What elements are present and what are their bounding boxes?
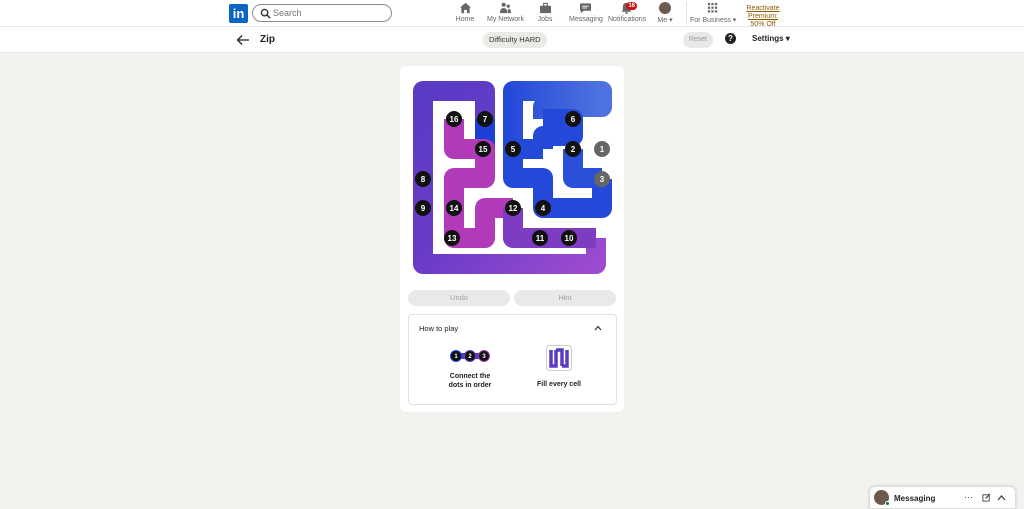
nav-notifications[interactable]: 16 Notifications xyxy=(608,2,647,26)
zip-board[interactable]: 16 7 6 15 5 2 1 8 3 9 14 12 4 13 11 10 xyxy=(409,77,616,276)
difficulty-badge: Difficulty HARD xyxy=(483,32,547,48)
howto-connect-text: Connect the dots in order xyxy=(448,373,492,389)
home-icon xyxy=(459,2,471,14)
nav-messaging[interactable]: Messaging xyxy=(569,2,603,26)
how-to-play-title: How to play xyxy=(419,324,459,333)
messaging-widget[interactable]: Messaging ··· xyxy=(869,486,1016,509)
help-icon[interactable]: ? xyxy=(725,33,736,44)
search-input[interactable] xyxy=(273,6,388,20)
game-header: Zip Difficulty HARD Reset ? Settings ▾ xyxy=(0,27,1024,53)
dot-label-13: 13 xyxy=(448,234,457,243)
dot-label-2: 2 xyxy=(571,145,576,154)
nav-for-business-label: For Business ▾ xyxy=(690,17,737,24)
chevron-up-icon[interactable] xyxy=(997,494,1006,501)
network-icon xyxy=(499,2,511,14)
howto-fill-text: Fill every cell xyxy=(537,381,581,388)
reset-button[interactable]: Reset xyxy=(683,32,713,48)
dot-label-16: 16 xyxy=(450,115,459,124)
nav-notifications-label: Notifications xyxy=(608,16,647,23)
compose-icon[interactable] xyxy=(982,493,991,502)
grid-icon xyxy=(707,2,717,13)
nav-home-label: Home xyxy=(455,16,475,23)
settings-dropdown[interactable]: Settings ▾ xyxy=(752,34,790,43)
dot-label-10: 10 xyxy=(565,234,574,243)
notification-badge: 16 xyxy=(626,2,637,10)
dot-label-7: 7 xyxy=(483,115,488,124)
howto-step-fill: Fill every cell xyxy=(529,345,589,389)
dot-label-11: 11 xyxy=(536,234,545,243)
nav-for-business[interactable]: For Business ▾ xyxy=(690,2,737,26)
messaging-icon xyxy=(579,3,591,14)
hint-button[interactable]: Hint xyxy=(514,290,616,306)
game-title: Zip xyxy=(260,34,275,45)
avatar xyxy=(659,2,671,14)
connect-dots-icon: 1 2 3 xyxy=(450,350,490,362)
top-navigation: in Home My Network Jobs Messaging 16 Not… xyxy=(0,0,1024,29)
game-card: 16 7 6 15 5 2 1 8 3 9 14 12 4 13 11 10 U… xyxy=(400,66,624,412)
premium-line-1: Reactivate Premium: xyxy=(746,5,780,20)
howto-step-connect: 1 2 3 Connect the dots in order xyxy=(445,349,495,390)
dot-label-9: 9 xyxy=(421,204,426,213)
chevron-up-icon[interactable] xyxy=(594,325,602,331)
nav-divider xyxy=(686,2,687,25)
nav-me[interactable]: Me ▾ xyxy=(655,2,675,26)
dot-label-4: 4 xyxy=(541,204,546,213)
reactivate-premium-link[interactable]: Reactivate Premium: 50% Off xyxy=(733,5,793,29)
how-to-play-panel: How to play 1 2 3 Connect the dots in ord… xyxy=(408,314,617,405)
linkedin-logo[interactable]: in xyxy=(229,4,248,23)
search-icon xyxy=(260,8,271,19)
nav-my-network-label: My Network xyxy=(487,16,524,23)
online-status-dot xyxy=(885,501,890,506)
fill-cells-icon xyxy=(546,345,572,371)
dot-label-1: 1 xyxy=(600,145,605,154)
undo-button[interactable]: Undo xyxy=(408,290,510,306)
dot-label-6: 6 xyxy=(571,115,576,124)
search-box[interactable] xyxy=(252,4,392,22)
dot-label-15: 15 xyxy=(479,145,488,154)
nav-jobs-label: Jobs xyxy=(537,16,553,23)
nav-messaging-label: Messaging xyxy=(569,16,603,23)
dot-label-8: 8 xyxy=(421,175,426,184)
nav-jobs[interactable]: Jobs xyxy=(534,2,556,26)
dot-label-12: 12 xyxy=(509,204,518,213)
nav-my-network[interactable]: My Network xyxy=(487,2,524,26)
dot-label-14: 14 xyxy=(450,204,459,213)
back-arrow-icon[interactable] xyxy=(236,33,250,47)
settings-label: Settings xyxy=(752,34,784,43)
messaging-title: Messaging xyxy=(894,494,936,503)
briefcase-icon xyxy=(539,2,551,14)
nav-me-label: Me ▾ xyxy=(657,17,673,24)
dot-label-5: 5 xyxy=(511,145,516,154)
more-options-icon[interactable]: ··· xyxy=(964,492,973,502)
dot-label-3: 3 xyxy=(600,175,605,184)
nav-home[interactable]: Home xyxy=(453,2,477,26)
